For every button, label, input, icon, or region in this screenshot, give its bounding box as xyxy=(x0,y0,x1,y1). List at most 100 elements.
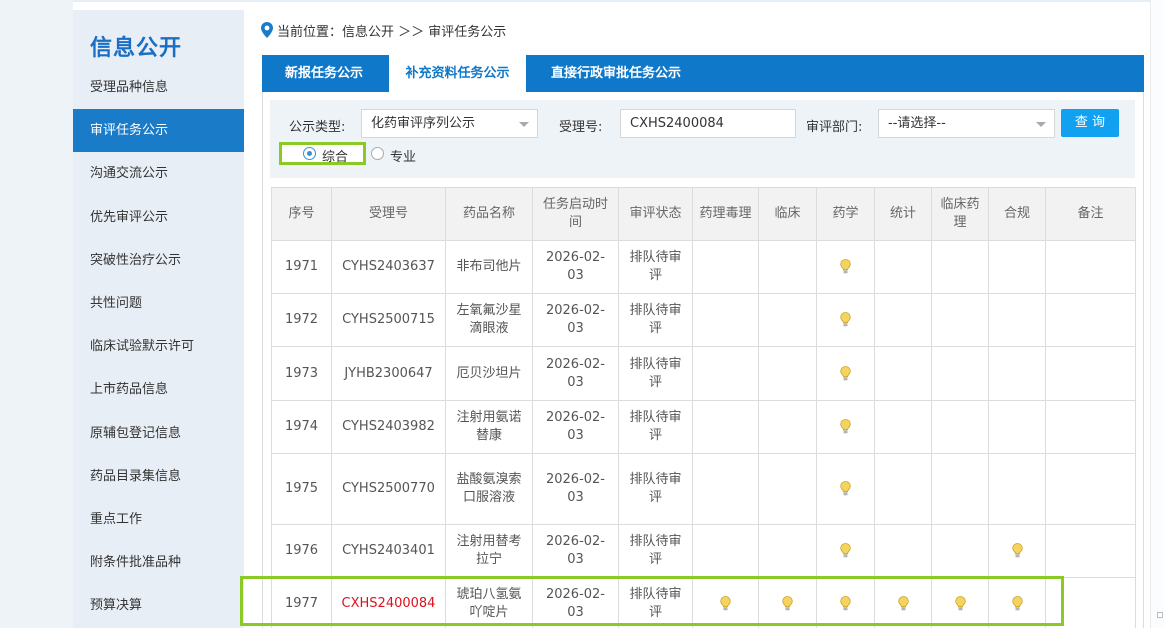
accept-number-input[interactable]: CXHS2400084 xyxy=(620,109,796,138)
sidebar-item[interactable]: 药品目录集信息 xyxy=(73,455,244,498)
lightbulb-icon xyxy=(897,596,909,611)
radio-professional[interactable] xyxy=(371,147,384,160)
breadcrumb-text: 当前位置：信息公开 ＞＞ 审评任务公示 xyxy=(277,24,507,40)
header-accept-number: 受理号 xyxy=(331,187,446,241)
cell-clinical xyxy=(758,346,817,401)
cell-review-status: 排队待审评 xyxy=(618,400,693,454)
tab-supplement-tasks[interactable]: 补充资料任务公示 xyxy=(389,55,526,92)
table-row[interactable]: 1975 CYHS2500770 盐酸氨溴索口服溶液 2026-02-03 排队待审评 xyxy=(271,453,1136,525)
cell-compliance xyxy=(988,293,1046,347)
cell-pharmacy xyxy=(816,293,875,347)
sidebar-item[interactable]: 共性问题 xyxy=(73,282,244,325)
sidebar: 信息公开 受理品种信息 审评任务公示 沟通交流公示 优先审评公示 突破性治疗公示 共性问题… xyxy=(73,10,244,628)
cell-accept-number[interactable]: CYHS2500770 xyxy=(331,453,446,525)
page-left-margin xyxy=(0,0,73,628)
table-header-row: 序号 受理号 药品名称 任务启动时间 审评状态 药理毒理 临床 药学 统计 临床药理 合规 备注 xyxy=(271,187,1136,241)
cell-accept-number[interactable]: CYHS2500715 xyxy=(331,293,446,347)
cell-accept-number[interactable]: CYHS2403401 xyxy=(331,524,446,578)
query-button[interactable]: 查 询 xyxy=(1061,109,1119,137)
sidebar-item[interactable]: 审评任务公示 xyxy=(73,109,244,153)
location-pin-icon xyxy=(261,22,273,38)
cell-clinical-pharm xyxy=(931,400,989,454)
cell-pharmacy xyxy=(816,453,875,525)
table-row[interactable]: 1972 CYHS2500715 左氧氟沙星滴眼液 2026-02-03 排队待审评 xyxy=(271,293,1136,347)
cell-pharmacy xyxy=(816,524,875,578)
lightbulb-icon xyxy=(840,419,851,434)
cell-clinical-pharm xyxy=(931,577,989,628)
dept-label: 审评部门: xyxy=(806,120,863,135)
sidebar-item[interactable]: 沟通交流公示 xyxy=(73,152,244,195)
cell-pharm-tox xyxy=(692,240,759,294)
cell-accept-number[interactable]: CYHS2403637 xyxy=(331,240,446,294)
dept-select[interactable]: --请选择-- xyxy=(878,109,1055,138)
header-statistics: 统计 xyxy=(874,187,932,241)
sidebar-item[interactable]: 优先审评公示 xyxy=(73,196,244,239)
cell-pharm-tox xyxy=(692,346,759,401)
cell-pharm-tox xyxy=(692,400,759,454)
sidebar-item[interactable]: 受理品种信息 xyxy=(73,66,244,109)
table-row[interactable]: 1977 CXHS2400084 琥珀八氢氨吖啶片 2026-02-03 排队待审评 xyxy=(271,577,1136,628)
cell-compliance xyxy=(988,240,1046,294)
header-clinical: 临床 xyxy=(758,187,817,241)
sidebar-item[interactable]: 上市药品信息 xyxy=(73,368,244,411)
radio-comprehensive-label: 综合 xyxy=(322,150,349,165)
cell-seq: 1976 xyxy=(271,524,332,578)
cell-clinical-pharm xyxy=(931,524,989,578)
cell-start-time: 2026-02-03 xyxy=(532,293,619,347)
cell-clinical-pharm xyxy=(931,240,989,294)
header-seq: 序号 xyxy=(271,187,332,241)
cell-compliance xyxy=(988,577,1046,628)
cell-seq: 1972 xyxy=(271,293,332,347)
cell-seq: 1975 xyxy=(271,453,332,525)
cell-accept-number[interactable]: CYHS2403982 xyxy=(331,400,446,454)
type-select[interactable]: 化药审评序列公示 xyxy=(361,109,538,138)
sidebar-nav: 受理品种信息 审评任务公示 沟通交流公示 优先审评公示 突破性治疗公示 共性问题 临床试验默… xyxy=(73,66,244,627)
header-pharm-tox: 药理毒理 xyxy=(692,187,759,241)
cell-pharmacy xyxy=(816,346,875,401)
header-drug-name: 药品名称 xyxy=(445,187,533,241)
cell-accept-number[interactable]: JYHB2300647 xyxy=(331,346,446,401)
cell-statistics xyxy=(874,577,932,628)
cell-drug-name: 左氧氟沙星滴眼液 xyxy=(445,293,533,347)
lightbulb-icon xyxy=(782,596,793,611)
sidebar-item[interactable]: 原辅包登记信息 xyxy=(73,412,244,455)
cell-remarks xyxy=(1045,453,1136,525)
cell-clinical xyxy=(758,240,817,294)
table-row[interactable]: 1971 CYHS2403637 非布司他片 2026-02-03 排队待审评 xyxy=(271,240,1136,294)
cell-seq: 1971 xyxy=(271,240,332,294)
lightbulb-icon xyxy=(1011,543,1023,558)
sidebar-item[interactable]: 附条件批准品种 xyxy=(73,541,244,584)
cell-statistics xyxy=(874,524,932,578)
table-body: 1971 CYHS2403637 非布司他片 2026-02-03 排队待审评 1972 C… xyxy=(271,240,1136,628)
cell-review-status: 排队待审评 xyxy=(618,453,693,525)
sidebar-item[interactable]: 临床试验默示许可 xyxy=(73,325,244,368)
cell-statistics xyxy=(874,453,932,525)
cell-accept-number[interactable]: CXHS2400084 xyxy=(331,577,446,628)
cell-clinical-pharm xyxy=(931,346,989,401)
tab-direct-approval-tasks[interactable]: 直接行政审批任务公示 xyxy=(530,55,702,92)
sidebar-item[interactable]: 突破性治疗公示 xyxy=(73,239,244,282)
tab-bar: 新报任务公示 补充资料任务公示 直接行政审批任务公示 xyxy=(262,55,1144,92)
tab-new-tasks[interactable]: 新报任务公示 xyxy=(262,55,386,92)
cell-statistics xyxy=(874,293,932,347)
table-row[interactable]: 1974 CYHS2403982 注射用氨诺替康 2026-02-03 排队待审评 xyxy=(271,400,1136,454)
cell-clinical xyxy=(758,524,817,578)
cell-review-status: 排队待审评 xyxy=(618,240,693,294)
radio-comprehensive[interactable] xyxy=(303,147,316,160)
type-label: 公示类型: xyxy=(289,120,346,135)
chevron-down-icon xyxy=(519,122,529,127)
sidebar-item[interactable]: 预算决算 xyxy=(73,584,244,627)
cell-drug-name: 注射用替考拉宁 xyxy=(445,524,533,578)
table-row[interactable]: 1976 CYHS2403401 注射用替考拉宁 2026-02-03 排队待审评 xyxy=(271,524,1136,578)
cell-compliance xyxy=(988,453,1046,525)
table-row[interactable]: 1973 JYHB2300647 厄贝沙坦片 2026-02-03 排队待审评 xyxy=(271,346,1136,401)
scrollbar-thumb-marker[interactable] xyxy=(1157,612,1163,618)
cell-start-time: 2026-02-03 xyxy=(532,240,619,294)
lightbulb-icon xyxy=(720,596,731,611)
sidebar-item[interactable]: 重点工作 xyxy=(73,498,244,541)
cell-pharm-tox xyxy=(692,453,759,525)
cell-start-time: 2026-02-03 xyxy=(532,524,619,578)
cell-remarks xyxy=(1045,240,1136,294)
cell-start-time: 2026-02-03 xyxy=(532,346,619,401)
page-scrollbar[interactable] xyxy=(1150,0,1164,628)
